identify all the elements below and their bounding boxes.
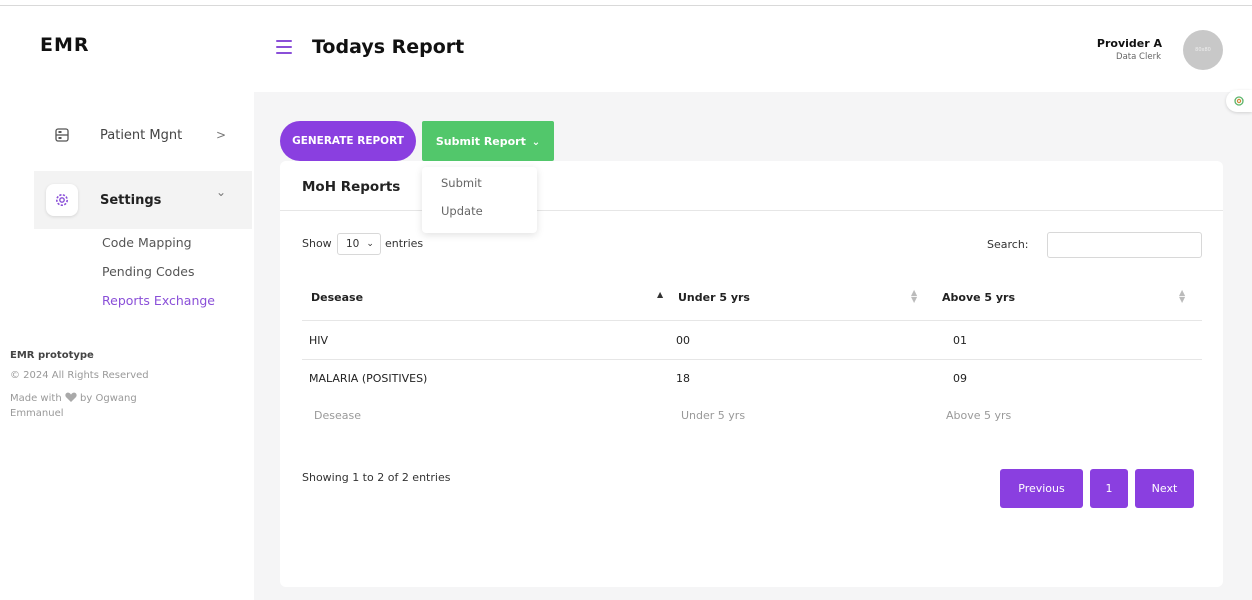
- show-label: Show: [302, 237, 332, 250]
- submit-report-label: Submit Report: [435, 134, 526, 148]
- entries-label: entries: [385, 237, 424, 250]
- footer-credit: Made with by Ogwang Emmanuel: [10, 391, 200, 421]
- entries-select[interactable]: 10 ⌄: [337, 233, 381, 255]
- search-label: Search:: [987, 238, 1029, 251]
- app-logo: EMR: [40, 34, 90, 56]
- grid-icon: [46, 119, 78, 151]
- sidebar-subitem-code-mapping[interactable]: Code Mapping: [102, 235, 192, 250]
- heart-icon: [65, 392, 77, 404]
- footer-title: EMR prototype: [10, 350, 94, 361]
- generate-report-button[interactable]: GENERATE REPORT: [280, 121, 416, 161]
- gear-icon: [46, 184, 78, 216]
- row-divider: [302, 320, 1202, 321]
- card-title: MoH Reports: [302, 179, 401, 195]
- chevron-down-icon: ⌄: [366, 239, 374, 249]
- provider-role: Data Clerk: [1116, 52, 1161, 62]
- submit-report-button[interactable]: Submit Report ⌄: [422, 121, 554, 161]
- row-divider: [302, 359, 1202, 360]
- sidebar-subitem-reports-exchange[interactable]: Reports Exchange: [102, 293, 215, 308]
- entries-select-value: 10: [346, 238, 360, 250]
- table-cell: 00: [676, 334, 690, 347]
- page-1-button[interactable]: 1: [1090, 469, 1128, 508]
- sidebar-item-label: Settings: [100, 192, 162, 208]
- avatar-placeholder-text: 80x80: [1195, 47, 1211, 53]
- sidebar-item-settings[interactable]: Settings ⌄: [34, 171, 252, 229]
- gear-icon: [1233, 92, 1245, 111]
- column-header-above-5[interactable]: Above 5 yrs: [942, 291, 1015, 304]
- sidebar-item-patient-mgnt[interactable]: Patient Mgnt >: [34, 106, 252, 164]
- table-cell: 01: [953, 334, 967, 347]
- avatar[interactable]: 80x80: [1183, 30, 1223, 70]
- column-header-under-5[interactable]: Under 5 yrs: [678, 291, 750, 304]
- sidebar-item-label: Patient Mgnt: [100, 127, 183, 143]
- table-cell: MALARIA (POSITIVES): [309, 372, 428, 385]
- search-input[interactable]: [1047, 232, 1202, 258]
- table-footer-cell: Desease: [314, 409, 361, 422]
- footer-made-name: Emmanuel: [10, 408, 64, 419]
- sidebar-subitem-pending-codes[interactable]: Pending Codes: [102, 264, 194, 279]
- chevron-down-icon: ⌄: [215, 185, 226, 199]
- settings-toggle-tab[interactable]: [1226, 90, 1252, 112]
- sidebar: EMR Patient Mgnt > Settings ⌄ Code Mappi…: [0, 6, 252, 600]
- chevron-right-icon: >: [215, 128, 226, 142]
- sort-icon[interactable]: ▲ ▼: [911, 289, 917, 304]
- footer-made-prefix: Made with: [10, 393, 62, 404]
- table-footer-cell: Above 5 yrs: [946, 409, 1012, 422]
- table-cell: HIV: [309, 334, 329, 347]
- next-button[interactable]: Next: [1135, 469, 1194, 508]
- sort-icon[interactable]: ▲ ▼: [1179, 289, 1185, 304]
- dropdown-item-submit[interactable]: Submit: [441, 176, 482, 190]
- table-cell: 09: [953, 372, 967, 385]
- sort-asc-icon[interactable]: ▲: [657, 290, 663, 299]
- column-header-disease[interactable]: Desease: [311, 291, 363, 304]
- hamburger-menu-icon[interactable]: [276, 40, 292, 54]
- submit-report-dropdown: Submit Update: [422, 167, 537, 233]
- previous-button[interactable]: Previous: [1000, 469, 1083, 508]
- provider-name: Provider A: [1096, 37, 1162, 50]
- table-footer-cell: Under 5 yrs: [681, 409, 746, 422]
- dropdown-item-update[interactable]: Update: [441, 204, 483, 218]
- page-title: Todays Report: [312, 36, 465, 58]
- table-info: Showing 1 to 2 of 2 entries: [302, 471, 451, 484]
- chevron-down-icon: ⌄: [531, 136, 541, 148]
- table-cell: 18: [676, 372, 690, 385]
- footer-copyright: © 2024 All Rights Reserved: [10, 370, 149, 381]
- footer-made-suffix: by Ogwang: [80, 393, 137, 404]
